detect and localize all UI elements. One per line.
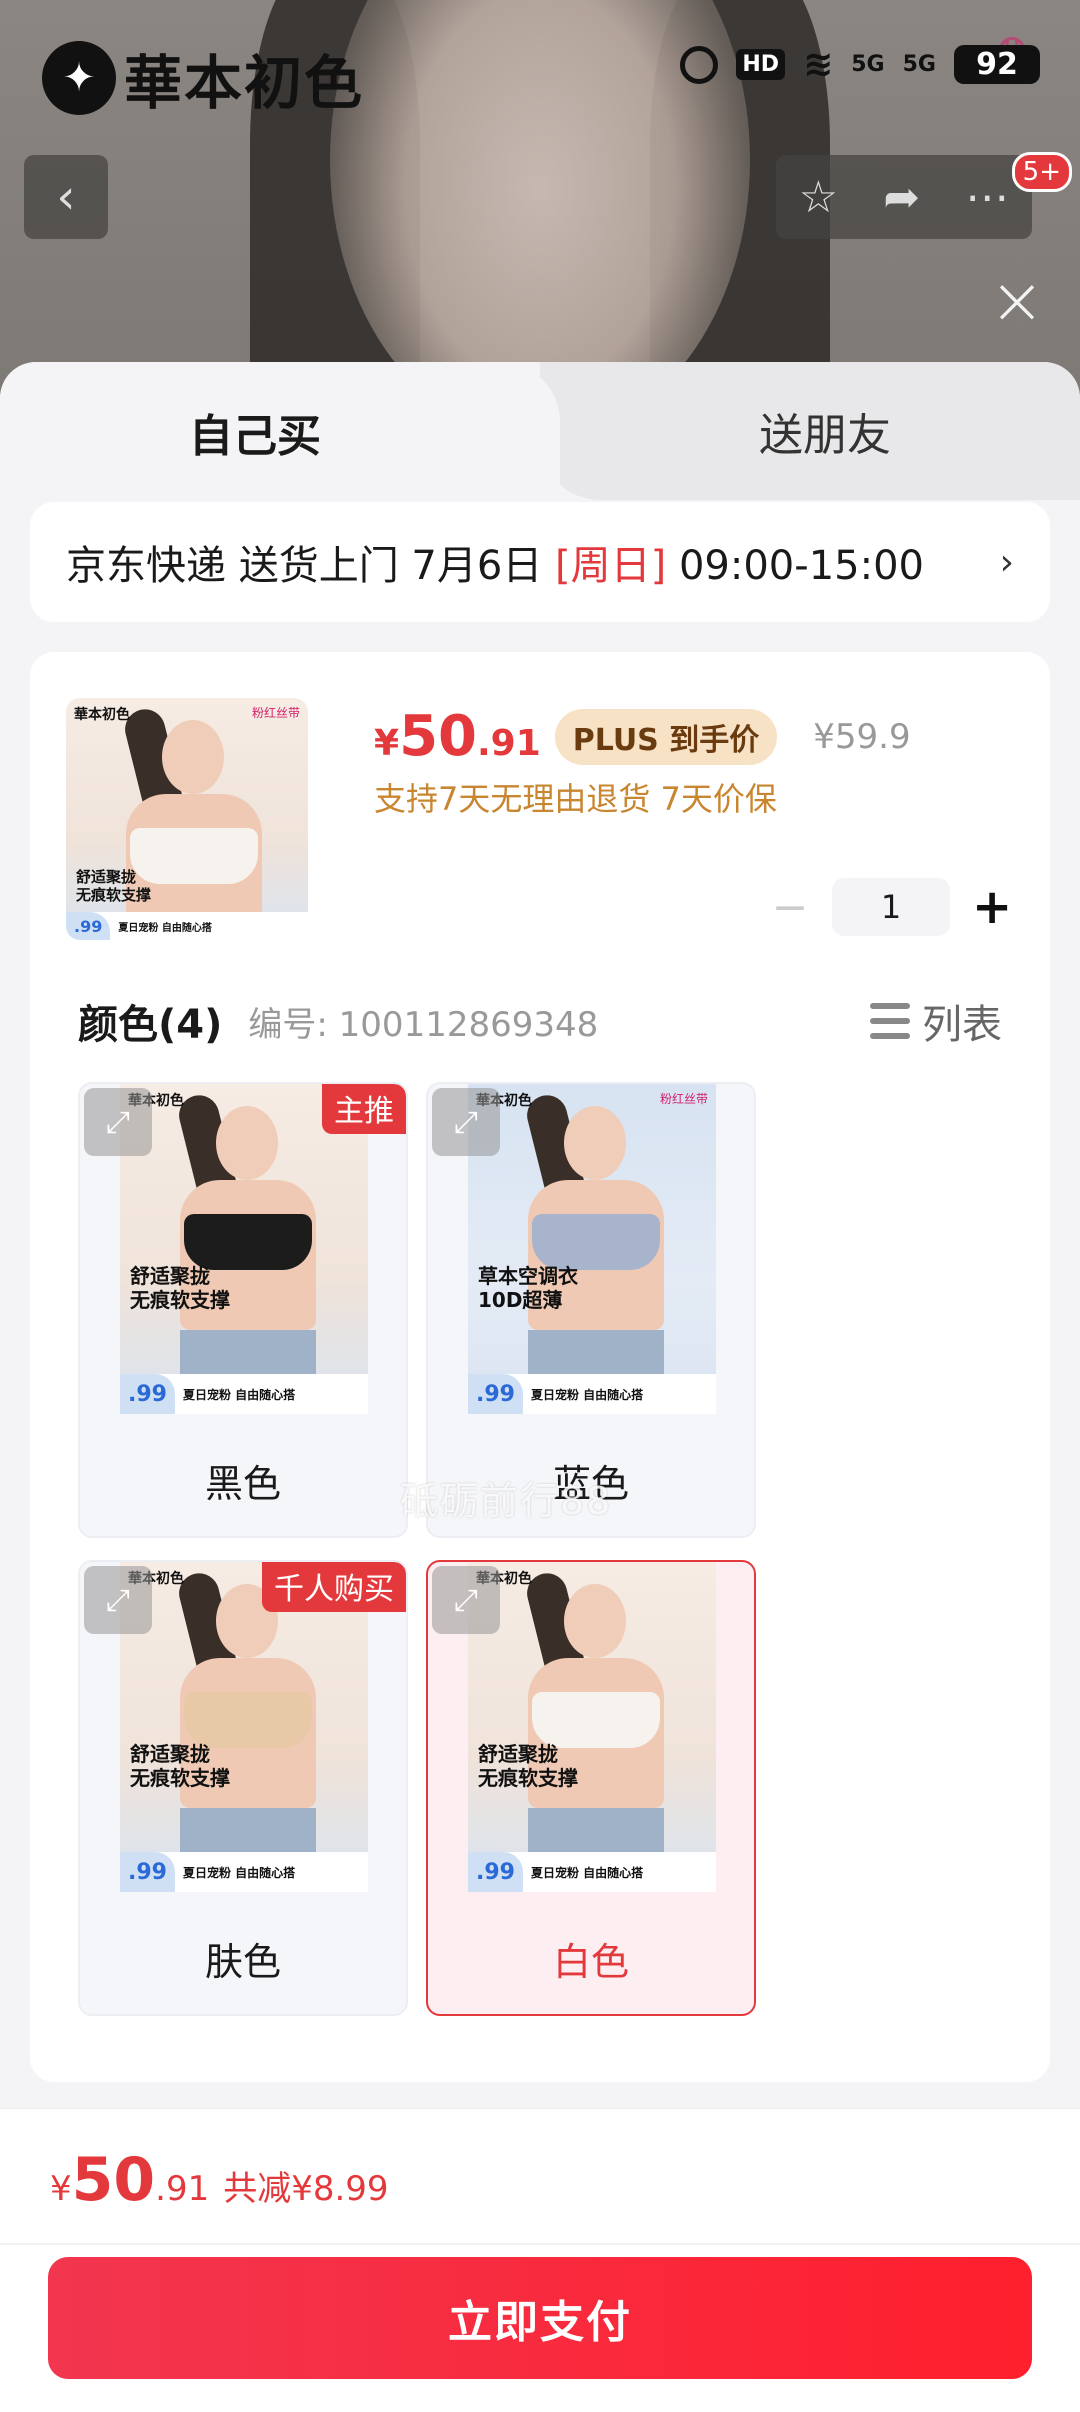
option-image: 華本初色 舒适聚拢 无痕软支撑 .99 夏日宠粉 自由随心搭 bbox=[468, 1562, 716, 1892]
art-strip: .99 夏日宠粉 自由随心搭 bbox=[468, 1852, 716, 1892]
art-copy: 舒适聚拢 无痕软支撑 bbox=[130, 1742, 230, 1790]
service-guarantee: 支持7天无理由退货 7天价保 bbox=[374, 780, 777, 818]
art-bra bbox=[532, 1214, 660, 1270]
art-strip: .99 夏日宠粉 自由随心搭 bbox=[66, 912, 308, 940]
art-head bbox=[216, 1106, 278, 1180]
expand-icon[interactable]: ⤢ bbox=[432, 1566, 500, 1634]
delivery-prefix: 京东快递 送货上门 7月6日 bbox=[66, 543, 556, 589]
option-art: 華本初色 粉红丝带 草本空调衣 10D超薄 .99 夏日宠粉 自由随心搭 bbox=[468, 1084, 716, 1414]
color-title: 颜色(4) bbox=[78, 1002, 223, 1048]
status-bar: HD ≋ 5G 5G 92 bbox=[680, 44, 1040, 85]
art-head bbox=[564, 1584, 626, 1658]
art-head bbox=[162, 720, 224, 794]
pay-now-button[interactable]: 立即支付 bbox=[48, 2257, 1032, 2379]
purchase-sheet: 送朋友 自己买 京东快递 送货上门 7月6日 [周日] 09:00-15:00 … bbox=[0, 362, 1080, 2412]
star-icon[interactable]: ☆ bbox=[799, 172, 838, 223]
delivery-text: 京东快递 送货上门 7月6日 [周日] 09:00-15:00 bbox=[66, 533, 924, 591]
increase-button[interactable]: + bbox=[972, 879, 1012, 935]
message-badge: 5+ bbox=[1011, 152, 1072, 192]
delivery-day: [周日] bbox=[555, 543, 667, 589]
back-button[interactable]: ‹ bbox=[24, 155, 108, 239]
more-icon[interactable]: ⋯ bbox=[965, 172, 1009, 223]
option-label: 肤色 bbox=[204, 1940, 281, 1984]
delivery-time: 09:00-15:00 bbox=[666, 543, 924, 589]
battery-indicator: 92 bbox=[954, 45, 1040, 84]
alarm-icon bbox=[680, 45, 719, 84]
art-pink-ribbon: 粉红丝带 bbox=[251, 706, 300, 720]
list-icon bbox=[870, 1003, 910, 1039]
option-tag: 千人购买 bbox=[262, 1562, 406, 1612]
color-options-grid: ⤢ 主推 華本初色 舒适聚拢 无痕软支撑 .99 夏日宠粉 自由随心搭 黑色 ⤢ 華本初色 粉红丝带… bbox=[78, 1082, 756, 2016]
art-bra bbox=[184, 1692, 312, 1748]
decrease-button[interactable]: − bbox=[770, 882, 810, 933]
plus-price-badge: PLUS 到手价 bbox=[554, 708, 778, 765]
option-label: 黑色 bbox=[204, 1462, 281, 1506]
art-strip: .99 夏日宠粉 自由随心搭 bbox=[120, 1852, 368, 1892]
art-bra bbox=[184, 1214, 312, 1270]
expand-icon[interactable]: ⤢ bbox=[84, 1566, 152, 1634]
option-tag: 主推 bbox=[322, 1084, 406, 1134]
chevron-left-icon: ‹ bbox=[56, 169, 76, 225]
color-header: 颜色(4) 编号: 100112869348 列表 bbox=[78, 992, 1002, 1050]
signal-5g-2: 5G bbox=[902, 52, 936, 77]
option-art: 華本初色 舒适聚拢 无痕软支撑 .99 夏日宠粉 自由随心搭 bbox=[468, 1562, 716, 1892]
art-head bbox=[564, 1106, 626, 1180]
wifi-icon: ≋ bbox=[803, 44, 834, 85]
signal-5g-1: 5G bbox=[851, 52, 885, 77]
hd-badge: HD bbox=[736, 49, 786, 80]
divider bbox=[0, 2243, 1080, 2245]
art-copy: 舒适聚拢 无痕软支撑 bbox=[478, 1742, 578, 1790]
discount-total: 共减¥8.99 bbox=[223, 2169, 389, 2209]
product-thumbnail[interactable]: 華本初色 粉红丝带 舒适聚拢 无痕软支撑 .99 夏日宠粉 自由随心搭 bbox=[66, 698, 308, 940]
art-pink-ribbon: 粉红丝带 bbox=[659, 1092, 708, 1106]
color-option[interactable]: ⤢ 主推 華本初色 舒适聚拢 无痕软支撑 .99 夏日宠粉 自由随心搭 黑色 bbox=[78, 1082, 408, 1538]
original-price: ¥59.9 bbox=[813, 716, 911, 757]
tab-gift-friend[interactable]: 送朋友 bbox=[540, 362, 1080, 500]
tab-bar: 送朋友 自己买 bbox=[0, 362, 1080, 502]
tab-buy-self[interactable]: 自己买 bbox=[0, 362, 560, 502]
color-option[interactable]: ⤢ 千人购买 華本初色 舒适聚拢 无痕软支撑 .99 夏日宠粉 自由随心搭 肤色 bbox=[78, 1560, 408, 2016]
art-brand: 華本初色 bbox=[74, 707, 130, 723]
list-view-label: 列表 bbox=[922, 1002, 1002, 1048]
expand-icon[interactable]: ⤢ bbox=[84, 1088, 152, 1156]
brand-logo: ✦ 華本初色 bbox=[42, 36, 364, 120]
list-view-toggle[interactable]: 列表 bbox=[870, 992, 1002, 1050]
option-image: 華本初色 粉红丝带 草本空调衣 10D超薄 .99 夏日宠粉 自由随心搭 bbox=[468, 1084, 716, 1414]
brand-logo-text: 華本初色 bbox=[124, 49, 365, 117]
option-label: 白色 bbox=[552, 1940, 629, 1984]
current-price: ¥50.91 bbox=[374, 704, 541, 769]
price-row: ¥50.91 PLUS 到手价 ¥59.9 bbox=[374, 704, 911, 769]
delivery-row[interactable]: 京东快递 送货上门 7月6日 [周日] 09:00-15:00 › bbox=[30, 502, 1050, 622]
brand-logo-icon: ✦ bbox=[42, 41, 116, 115]
expand-icon[interactable]: ⤢ bbox=[432, 1088, 500, 1156]
share-icon[interactable]: ➦ bbox=[883, 172, 920, 223]
nav-actions: ☆ ➦ ⋯ bbox=[776, 155, 1032, 239]
art-copy: 舒适聚拢 无痕软支撑 bbox=[76, 868, 152, 904]
checkout-bar: ¥50.91 共减¥8.99 立即支付 bbox=[0, 2108, 1080, 2412]
chevron-right-icon: › bbox=[999, 541, 1014, 583]
close-icon[interactable]: × bbox=[984, 268, 1050, 334]
product-card: 華本初色 粉红丝带 舒适聚拢 无痕软支撑 .99 夏日宠粉 自由随心搭 ¥50.91… bbox=[30, 652, 1050, 2082]
art-strip: .99 夏日宠粉 自由随心搭 bbox=[468, 1374, 716, 1414]
art-strip: .99 夏日宠粉 自由随心搭 bbox=[120, 1374, 368, 1414]
quantity-stepper: − 1 + bbox=[770, 878, 1012, 936]
color-option[interactable]: ⤢ 華本初色 舒适聚拢 无痕软支撑 .99 夏日宠粉 自由随心搭 白色 bbox=[426, 1560, 756, 2016]
art-copy: 舒适聚拢 无痕软支撑 bbox=[130, 1264, 230, 1312]
quantity-value[interactable]: 1 bbox=[832, 878, 950, 936]
art-copy: 草本空调衣 10D超薄 bbox=[478, 1264, 578, 1312]
watermark: 砥砺前行88 bbox=[400, 1479, 613, 1523]
total-price: ¥50.91 共减¥8.99 bbox=[50, 2145, 389, 2215]
sku-number: 编号: 100112869348 bbox=[248, 1004, 599, 1045]
thumb-art: 華本初色 粉红丝带 舒适聚拢 无痕软支撑 .99 夏日宠粉 自由随心搭 bbox=[66, 698, 308, 940]
art-bra bbox=[532, 1692, 660, 1748]
